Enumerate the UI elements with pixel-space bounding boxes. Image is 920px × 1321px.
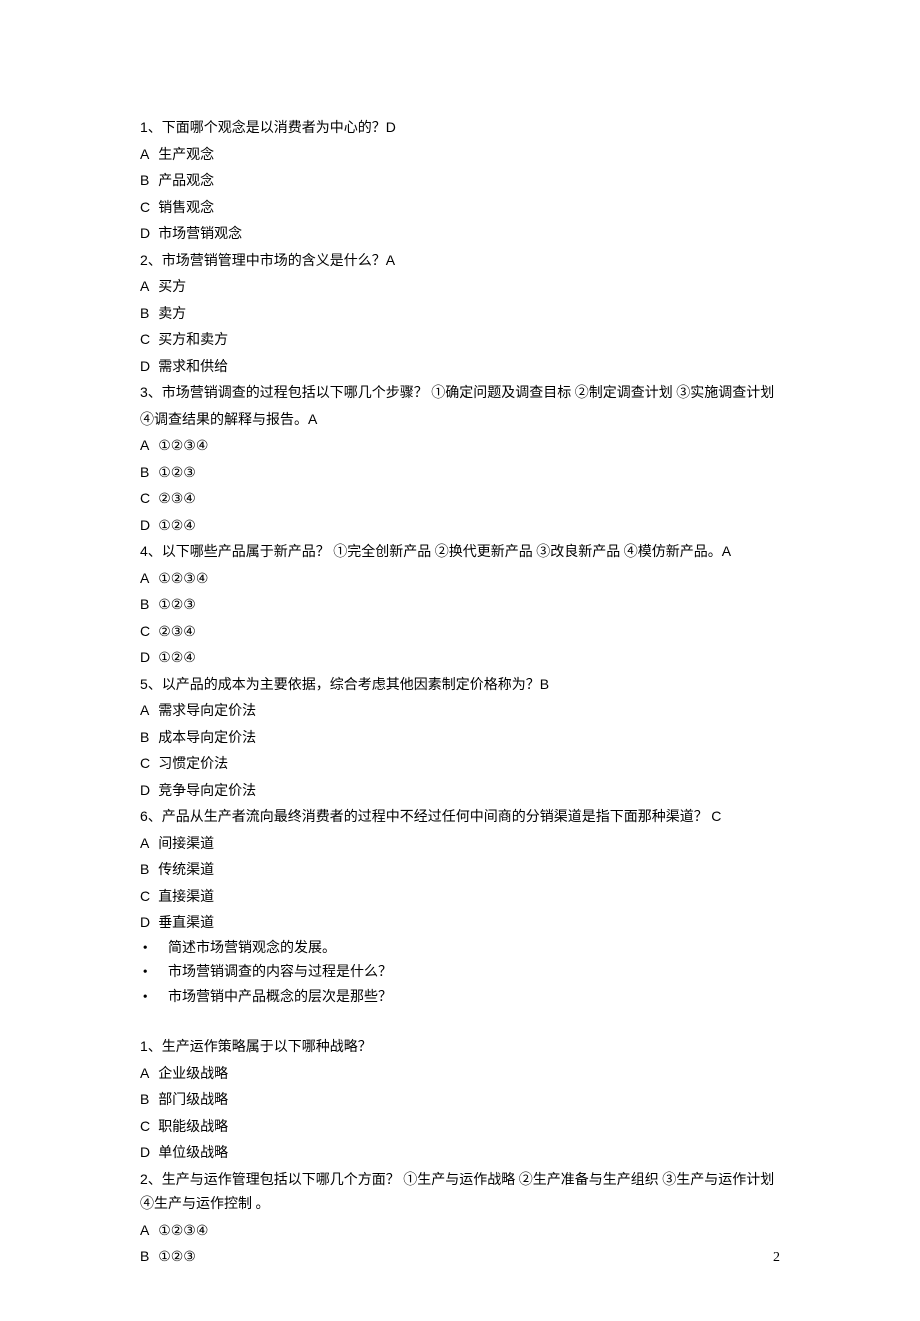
s1-opt-b: B部门级战略 xyxy=(140,1087,780,1114)
bullet-icon: • xyxy=(140,961,168,986)
q1-ans: D xyxy=(386,119,396,135)
q4-opt-a: A①②③④ xyxy=(140,566,780,593)
q4-opt-c: C②③④ xyxy=(140,619,780,646)
q1-opt-d: D市场营销观念 xyxy=(140,221,780,248)
q6-ans: C xyxy=(711,808,721,824)
bullet-1: •简述市场营销观念的发展。 xyxy=(140,937,780,962)
q5-num: 5、 xyxy=(140,676,162,692)
q6-opt-a: A间接渠道 xyxy=(140,831,780,858)
q5-opt-a: A需求导向定价法 xyxy=(140,698,780,725)
q6-stem: 6、产品从生产者流向最终消费者的过程中不经过任何中间商的分销渠道是指下面那种渠道… xyxy=(140,804,780,831)
q3-stem: 3、市场营销调查的过程包括以下哪几个步骤？ ①确定问题及调查目标 ②制定调查计划… xyxy=(140,380,780,433)
q2-opt-d: D需求和供给 xyxy=(140,354,780,381)
q3-opt-b: B①②③ xyxy=(140,460,780,487)
q5-ans: B xyxy=(540,676,549,692)
bullet-icon: • xyxy=(140,986,168,1011)
q2-ans: A xyxy=(386,252,395,268)
s1-opt-c: C职能级战略 xyxy=(140,1114,780,1141)
q5-opt-d: D竞争导向定价法 xyxy=(140,778,780,805)
page-number: 2 xyxy=(773,1246,780,1271)
q1-opt-b: B产品观念 xyxy=(140,168,780,195)
q3-opt-a: A①②③④ xyxy=(140,433,780,460)
q1-opt-c: C销售观念 xyxy=(140,195,780,222)
q6-text: 产品从生产者流向最终消费者的过程中不经过任何中间商的分销渠道是指下面那种渠道？ xyxy=(162,810,712,825)
bullet-2: •市场营销调查的内容与过程是什么？ xyxy=(140,961,780,986)
q3-text: 市场营销调查的过程包括以下哪几个步骤？ ①确定问题及调查目标 ②制定调查计划 ③… xyxy=(140,386,774,428)
q3-opt-d: D①②④ xyxy=(140,513,780,540)
q2-text: 市场营销管理中市场的含义是什么？ xyxy=(162,254,386,269)
q3-opt-c: C②③④ xyxy=(140,486,780,513)
s1-opt-a: A企业级战略 xyxy=(140,1061,780,1088)
s2-opt-b: B①②③ xyxy=(140,1244,780,1271)
s1-opt-d: D单位级战略 xyxy=(140,1140,780,1167)
q3-num: 3、 xyxy=(140,384,162,400)
q2-num: 2、 xyxy=(140,252,162,268)
q6-opt-c: C直接渠道 xyxy=(140,884,780,911)
bullet-icon: • xyxy=(140,937,168,962)
q4-opt-b: B①②③ xyxy=(140,592,780,619)
q6-opt-b: B传统渠道 xyxy=(140,857,780,884)
q2-opt-a: A买方 xyxy=(140,274,780,301)
q2-opt-b: B卖方 xyxy=(140,301,780,328)
s2-stem: 2、生产与运作管理包括以下哪几个方面？ ①生产与运作战略 ②生产准备与生产组织 … xyxy=(140,1167,780,1218)
q5-opt-c: C习惯定价法 xyxy=(140,751,780,778)
q2-opt-c: C买方和卖方 xyxy=(140,327,780,354)
q2-stem: 2、市场营销管理中市场的含义是什么？A xyxy=(140,248,780,275)
q4-num: 4、 xyxy=(140,543,162,559)
q3-ans: A xyxy=(308,411,317,427)
q4-text: 以下哪些产品属于新产品？ ①完全创新产品 ②换代更新产品 ③改良新产品 ④模仿新… xyxy=(162,545,722,560)
q1-num: 1、 xyxy=(140,119,162,135)
s2-opt-a: A①②③④ xyxy=(140,1218,780,1245)
q1-text: 下面哪个观念是以消费者为中心的？ xyxy=(162,121,386,136)
s2-text: 生产与运作管理包括以下哪几个方面？ ①生产与运作战略 ②生产准备与生产组织 ③生… xyxy=(140,1173,774,1213)
q4-ans: A xyxy=(722,543,731,559)
q4-opt-d: D①②④ xyxy=(140,645,780,672)
q6-opt-d: D垂直渠道 xyxy=(140,910,780,937)
s1-num: 1、 xyxy=(140,1038,162,1054)
q1-stem: 1、下面哪个观念是以消费者为中心的？D xyxy=(140,115,780,142)
s1-text: 生产运作策略属于以下哪种战略？ xyxy=(162,1040,372,1055)
q6-num: 6、 xyxy=(140,808,162,824)
q4-stem: 4、以下哪些产品属于新产品？ ①完全创新产品 ②换代更新产品 ③改良新产品 ④模… xyxy=(140,539,780,566)
s2-num: 2、 xyxy=(140,1171,162,1187)
bullet-3: •市场营销中产品概念的层次是那些？ xyxy=(140,986,780,1011)
q1-opt-a: A生产观念 xyxy=(140,142,780,169)
q5-stem: 5、以产品的成本为主要依据，综合考虑其他因素制定价格称为？B xyxy=(140,672,780,699)
q5-opt-b: B成本导向定价法 xyxy=(140,725,780,752)
q5-text: 以产品的成本为主要依据，综合考虑其他因素制定价格称为？ xyxy=(162,678,540,693)
s1-stem: 1、生产运作策略属于以下哪种战略？ xyxy=(140,1034,780,1061)
